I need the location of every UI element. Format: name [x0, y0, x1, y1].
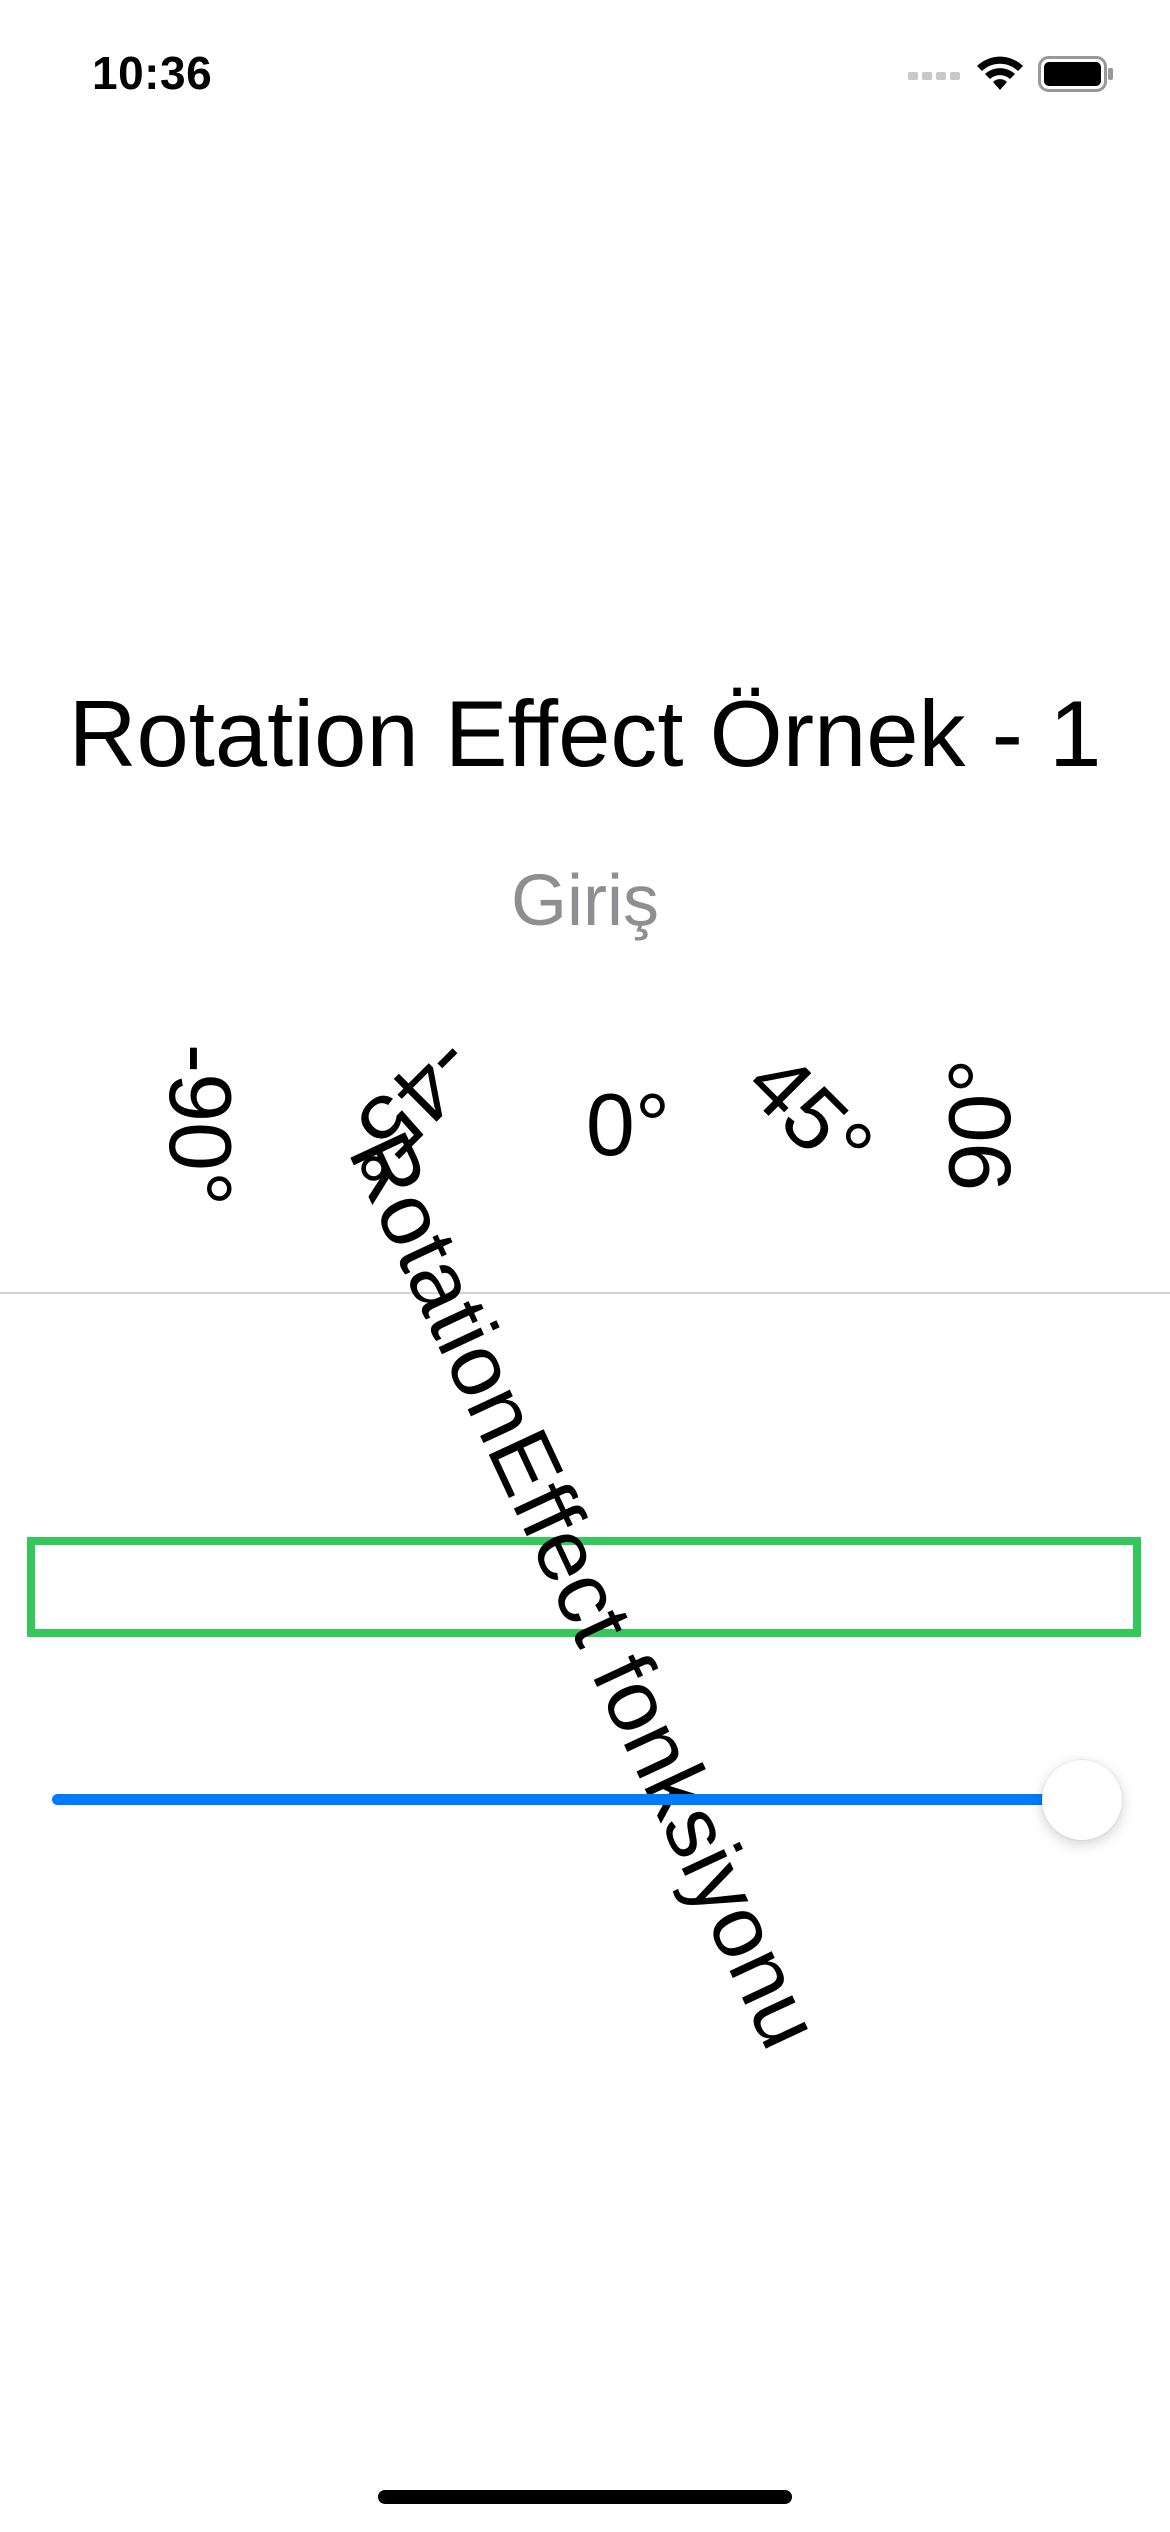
page-title: Rotation Effect Örnek - 1: [68, 681, 1102, 786]
angle-label-0: 0°: [585, 1075, 671, 1174]
divider: [0, 1292, 1170, 1294]
battery-icon: [1038, 56, 1113, 92]
slider-thumb[interactable]: [1042, 1760, 1122, 1840]
status-icons: [908, 52, 1114, 96]
angle-label-90: 90°: [930, 1058, 1029, 1192]
slider-fill: [52, 1794, 1082, 1805]
angle-label-minus-90: -90°: [151, 1043, 250, 1207]
status-bar: 10:36: [0, 0, 1170, 140]
home-indicator[interactable]: [378, 2490, 792, 2504]
angle-label-45: 45°: [728, 1032, 893, 1197]
subtitle: Giriş: [511, 861, 659, 941]
wifi-icon: [977, 56, 1023, 90]
cellular-signal-icon: [908, 72, 960, 80]
status-time: 10:36: [92, 47, 213, 99]
rotation-slider[interactable]: [52, 1750, 1122, 1850]
